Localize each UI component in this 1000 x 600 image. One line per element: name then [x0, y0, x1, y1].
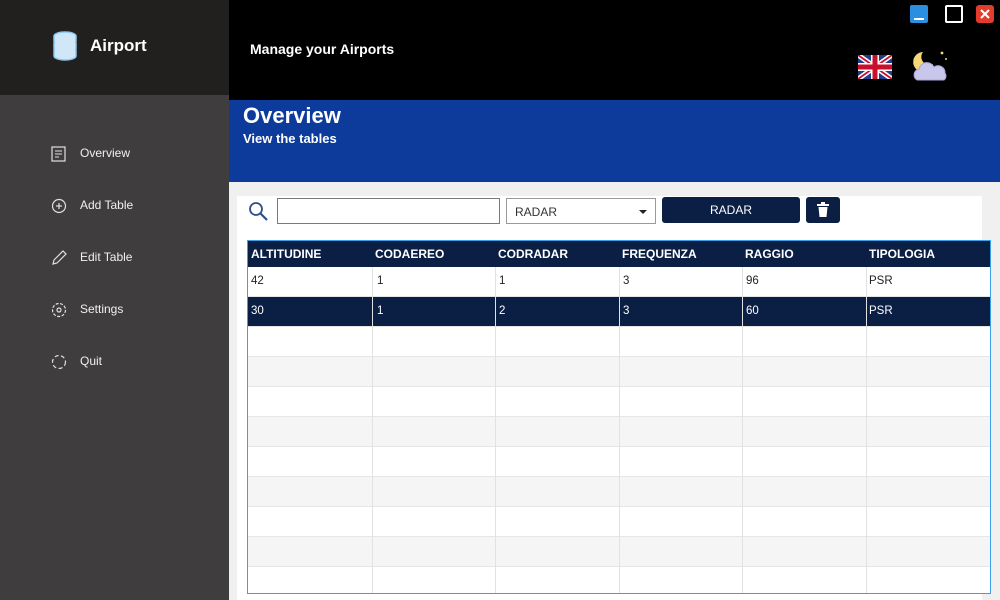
- night-theme-icon[interactable]: [909, 48, 951, 84]
- sidebar: Airport Overview Add Table Edit Table Se…: [0, 0, 229, 600]
- nav-item-add-table[interactable]: Add Table: [0, 188, 229, 224]
- table-cell: 1: [377, 275, 384, 287]
- table-cell: PSR: [869, 275, 893, 287]
- radar-button[interactable]: RADAR: [662, 197, 800, 223]
- column-header[interactable]: CODRADAR: [498, 247, 568, 261]
- table-cell: 3: [623, 305, 630, 317]
- table-cell: 30: [251, 305, 264, 317]
- content-area: RADAR RADAR ALTITUDINE CODAEREO CODRADAR…: [229, 182, 1000, 600]
- minimize-button[interactable]: [910, 5, 928, 23]
- table-select[interactable]: RADAR: [506, 198, 656, 224]
- nav-label-add-table: Add Table: [80, 198, 134, 212]
- table-cell: PSR: [869, 305, 893, 317]
- database-icon: [53, 31, 77, 61]
- search-icon: [249, 202, 268, 221]
- page-title: Overview: [243, 103, 341, 128]
- grid-header: ALTITUDINE CODAEREO CODRADAR FREQUENZA R…: [248, 241, 990, 267]
- column-divider: [742, 267, 743, 593]
- column-header[interactable]: RAGGIO: [745, 247, 794, 261]
- table-cell: 1: [499, 275, 506, 287]
- column-header[interactable]: CODAEREO: [375, 247, 444, 261]
- table-cell: 2: [499, 305, 506, 317]
- column-header[interactable]: FREQUENZA: [622, 247, 697, 261]
- close-button[interactable]: [976, 5, 994, 23]
- nav-item-quit[interactable]: Quit: [0, 344, 229, 380]
- table-select-value: RADAR: [515, 205, 558, 219]
- gear-icon: [51, 302, 67, 318]
- close-icon: [980, 9, 990, 19]
- delete-button[interactable]: [806, 197, 840, 223]
- nav-item-settings[interactable]: Settings: [0, 292, 229, 328]
- nav-item-edit-table[interactable]: Edit Table: [0, 240, 229, 276]
- table-cell: 3: [623, 275, 630, 287]
- brand-area: Airport: [0, 0, 229, 95]
- column-divider: [866, 267, 867, 593]
- app-title: Airport: [90, 36, 147, 55]
- column-header[interactable]: TIPOLOGIA: [869, 247, 935, 261]
- search-input[interactable]: [277, 198, 500, 224]
- top-bar: Manage your Airports: [229, 0, 1000, 100]
- chevron-down-icon: [639, 210, 647, 214]
- maximize-button[interactable]: [945, 5, 963, 23]
- table-cell: 96: [746, 275, 759, 287]
- page-header: Overview View the tables: [229, 100, 1000, 182]
- nav-label-settings: Settings: [80, 302, 124, 316]
- nav-item-overview[interactable]: Overview: [0, 136, 229, 172]
- table-cell: 60: [746, 305, 759, 317]
- trash-icon: [817, 202, 829, 217]
- column-divider: [372, 267, 373, 593]
- data-grid[interactable]: ALTITUDINE CODAEREO CODRADAR FREQUENZA R…: [247, 240, 991, 594]
- page-subtitle: View the tables: [243, 131, 337, 146]
- nav-label-edit-table: Edit Table: [80, 250, 133, 264]
- quit-icon: [51, 354, 67, 370]
- uk-flag-icon[interactable]: [858, 55, 892, 79]
- add-icon: [51, 198, 67, 214]
- nav-label-quit: Quit: [80, 354, 103, 368]
- top-bar-title: Manage your Airports: [250, 41, 395, 57]
- nav-label-overview: Overview: [80, 146, 131, 160]
- column-divider: [619, 267, 620, 593]
- table-panel: RADAR RADAR ALTITUDINE CODAEREO CODRADAR…: [237, 196, 991, 600]
- column-header[interactable]: ALTITUDINE: [251, 247, 321, 261]
- table-cell: 42: [251, 275, 264, 287]
- pencil-icon: [52, 250, 67, 265]
- column-divider: [495, 267, 496, 593]
- overview-icon: [51, 146, 66, 162]
- table-cell: 1: [377, 305, 384, 317]
